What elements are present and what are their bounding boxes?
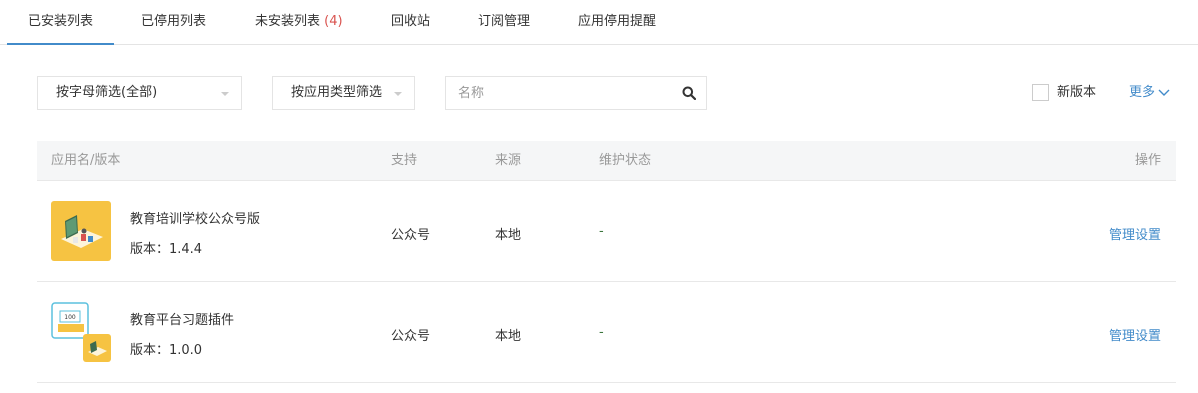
search-box	[445, 76, 707, 110]
header-source: 来源	[495, 153, 522, 168]
more-label: 更多	[1129, 85, 1156, 100]
header-status: 维护状态	[599, 153, 652, 168]
app-source: 本地	[495, 329, 522, 344]
app-status: -	[599, 224, 604, 239]
search-icon[interactable]	[682, 86, 697, 101]
tab-uninstalled-label: 未安装列表	[255, 14, 321, 29]
chevron-down-icon	[1158, 89, 1170, 96]
app-support: 公众号	[391, 228, 431, 243]
caret-down-icon	[394, 92, 402, 96]
letter-filter-select[interactable]: 按字母筛选(全部)	[37, 76, 242, 110]
type-filter-select[interactable]: 按应用类型筛选	[272, 76, 415, 110]
tab-disable-reminder-label: 应用停用提醒	[578, 14, 657, 29]
tab-uninstalled[interactable]: 未安装列表 (4)	[255, 0, 343, 45]
new-version-label: 新版本	[1057, 85, 1097, 100]
app-name: 教育平台习题插件	[130, 313, 235, 328]
tab-disabled[interactable]: 已停用列表	[141, 0, 206, 45]
app-version: 版本：1.0.0	[130, 343, 203, 358]
tab-recycle-bin-label: 回收站	[391, 14, 431, 29]
search-input[interactable]	[446, 77, 671, 109]
type-filter-value: 按应用类型筛选	[291, 85, 383, 100]
tab-installed-label: 已安装列表	[28, 14, 94, 29]
table-row: 100 教育平台习题插件 版本：1.0.0 公众号 本地 - 管理设置	[37, 282, 1176, 383]
exercise-plugin-icon: 100	[51, 302, 111, 362]
app-status: -	[599, 325, 604, 340]
education-app-icon	[51, 201, 111, 261]
new-version-checkbox[interactable]	[1032, 84, 1049, 101]
tab-recycle-bin[interactable]: 回收站	[391, 0, 430, 45]
letter-filter-value: 按字母筛选(全部)	[56, 85, 158, 100]
tab-installed[interactable]: 已安装列表	[7, 0, 115, 45]
app-source: 本地	[495, 228, 522, 243]
uninstalled-count-badge: (4)	[324, 14, 343, 29]
table-row: 教育培训学校公众号版 版本：1.4.4 公众号 本地 - 管理设置	[37, 181, 1176, 282]
tab-disabled-label: 已停用列表	[141, 14, 207, 29]
svg-text:100: 100	[64, 314, 76, 321]
more-button[interactable]: 更多	[1129, 84, 1171, 101]
tab-bar: 已安装列表 已停用列表 未安装列表 (4) 回收站 订阅管理 应用停用提醒	[0, 0, 1198, 45]
header-support: 支持	[391, 153, 418, 168]
table-header: 应用名/版本 支持 来源 维护状态 操作	[37, 141, 1176, 181]
tab-subscriptions-label: 订阅管理	[478, 14, 531, 29]
header-operation: 操作	[1134, 153, 1161, 168]
caret-down-icon	[221, 92, 229, 96]
app-version: 版本：1.4.4	[130, 242, 203, 257]
app-name: 教育培训学校公众号版	[130, 212, 261, 227]
tab-subscriptions[interactable]: 订阅管理	[478, 0, 530, 45]
manage-settings-link[interactable]: 管理设置	[1109, 325, 1161, 344]
app-support: 公众号	[391, 329, 431, 344]
header-name: 应用名/版本	[51, 153, 121, 168]
manage-settings-link[interactable]: 管理设置	[1109, 224, 1161, 243]
tab-disable-reminder[interactable]: 应用停用提醒	[578, 0, 656, 45]
